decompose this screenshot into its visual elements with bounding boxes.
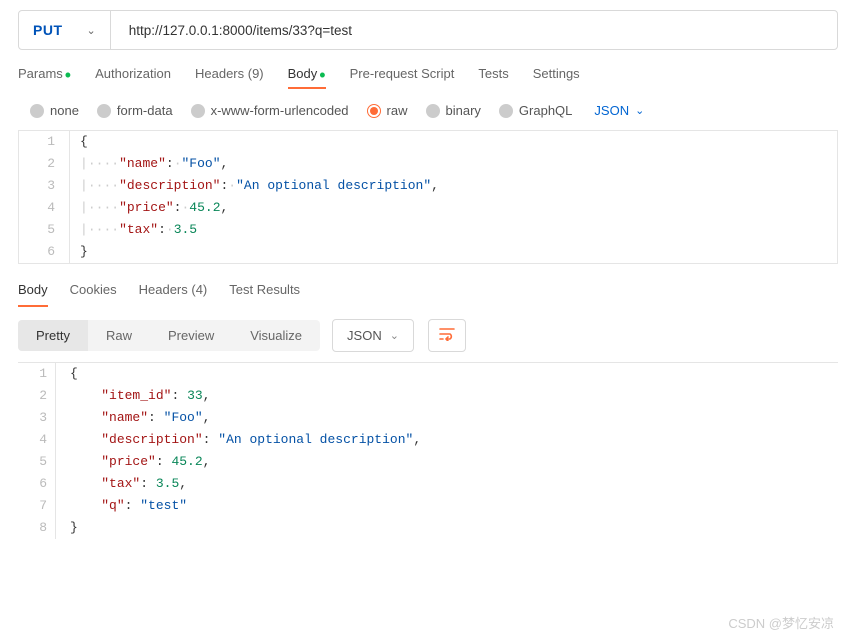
request-tabs: Params• Authorization Headers (9) Body• … — [0, 50, 856, 89]
body-type-raw[interactable]: raw — [367, 103, 408, 118]
http-method-select[interactable]: PUT ⌄ — [19, 11, 111, 49]
radio-icon — [499, 104, 513, 118]
tab-prerequest[interactable]: Pre-request Script — [350, 66, 455, 89]
view-visualize-button[interactable]: Visualize — [232, 320, 320, 351]
response-tabs: Body Cookies Headers (4) Test Results — [0, 282, 856, 307]
resp-tab-cookies[interactable]: Cookies — [70, 282, 117, 307]
view-pretty-button[interactable]: Pretty — [18, 320, 88, 351]
status-dot-icon: • — [65, 65, 71, 85]
body-type-row: none form-data x-www-form-urlencoded raw… — [0, 89, 856, 130]
body-type-formdata[interactable]: form-data — [97, 103, 173, 118]
radio-icon — [97, 104, 111, 118]
radio-icon — [426, 104, 440, 118]
tab-body[interactable]: Body• — [288, 66, 326, 89]
body-type-binary[interactable]: binary — [426, 103, 481, 118]
status-dot-icon: • — [319, 65, 325, 85]
view-mode-group: Pretty Raw Preview Visualize — [18, 320, 320, 351]
response-view-row: Pretty Raw Preview Visualize JSON⌄ — [0, 307, 856, 362]
code-line: 8} — [18, 517, 838, 539]
code-line: 7 "q": "test" — [18, 495, 838, 517]
resp-tab-body[interactable]: Body — [18, 282, 48, 307]
code-line: 3|····"description":·"An optional descri… — [19, 175, 837, 197]
code-line: 1{ — [19, 131, 837, 153]
chevron-down-icon: ⌄ — [635, 104, 644, 117]
request-body-editor[interactable]: 1{2|····"name":·"Foo",3|····"description… — [18, 130, 838, 264]
body-type-urlencoded[interactable]: x-www-form-urlencoded — [191, 103, 349, 118]
body-type-graphql[interactable]: GraphQL — [499, 103, 572, 118]
view-preview-button[interactable]: Preview — [150, 320, 232, 351]
wrap-icon — [439, 327, 455, 344]
code-line: 4 "description": "An optional descriptio… — [18, 429, 838, 451]
tab-authorization[interactable]: Authorization — [95, 66, 171, 89]
response-type-select[interactable]: JSON⌄ — [332, 319, 414, 352]
code-line: 2 "item_id": 33, — [18, 385, 838, 407]
code-line: 6} — [19, 241, 837, 263]
url-input[interactable] — [111, 23, 837, 38]
tab-settings[interactable]: Settings — [533, 66, 580, 89]
resp-tab-headers[interactable]: Headers (4) — [139, 282, 208, 307]
code-line: 3 "name": "Foo", — [18, 407, 838, 429]
code-line: 1{ — [18, 363, 838, 385]
code-line: 5 "price": 45.2, — [18, 451, 838, 473]
tab-tests[interactable]: Tests — [478, 66, 508, 89]
radio-checked-icon — [367, 104, 381, 118]
body-type-none[interactable]: none — [30, 103, 79, 118]
content-type-select[interactable]: JSON⌄ — [594, 103, 644, 118]
view-raw-button[interactable]: Raw — [88, 320, 150, 351]
wrap-lines-button[interactable] — [428, 319, 466, 352]
url-bar: PUT ⌄ — [18, 10, 838, 50]
chevron-down-icon: ⌄ — [390, 329, 399, 342]
resp-tab-testresults[interactable]: Test Results — [229, 282, 300, 307]
code-line: 6 "tax": 3.5, — [18, 473, 838, 495]
radio-icon — [30, 104, 44, 118]
code-line: 2|····"name":·"Foo", — [19, 153, 837, 175]
code-line: 5|····"tax":·3.5 — [19, 219, 837, 241]
tab-params[interactable]: Params• — [18, 66, 71, 89]
http-method-label: PUT — [33, 22, 63, 38]
radio-icon — [191, 104, 205, 118]
chevron-down-icon: ⌄ — [87, 24, 96, 37]
tab-headers[interactable]: Headers (9) — [195, 66, 264, 89]
code-line: 4|····"price":·45.2, — [19, 197, 837, 219]
response-body-editor[interactable]: 1{2 "item_id": 33,3 "name": "Foo",4 "des… — [18, 362, 838, 539]
watermark-text: CSDN @梦忆安凉 — [728, 613, 834, 632]
